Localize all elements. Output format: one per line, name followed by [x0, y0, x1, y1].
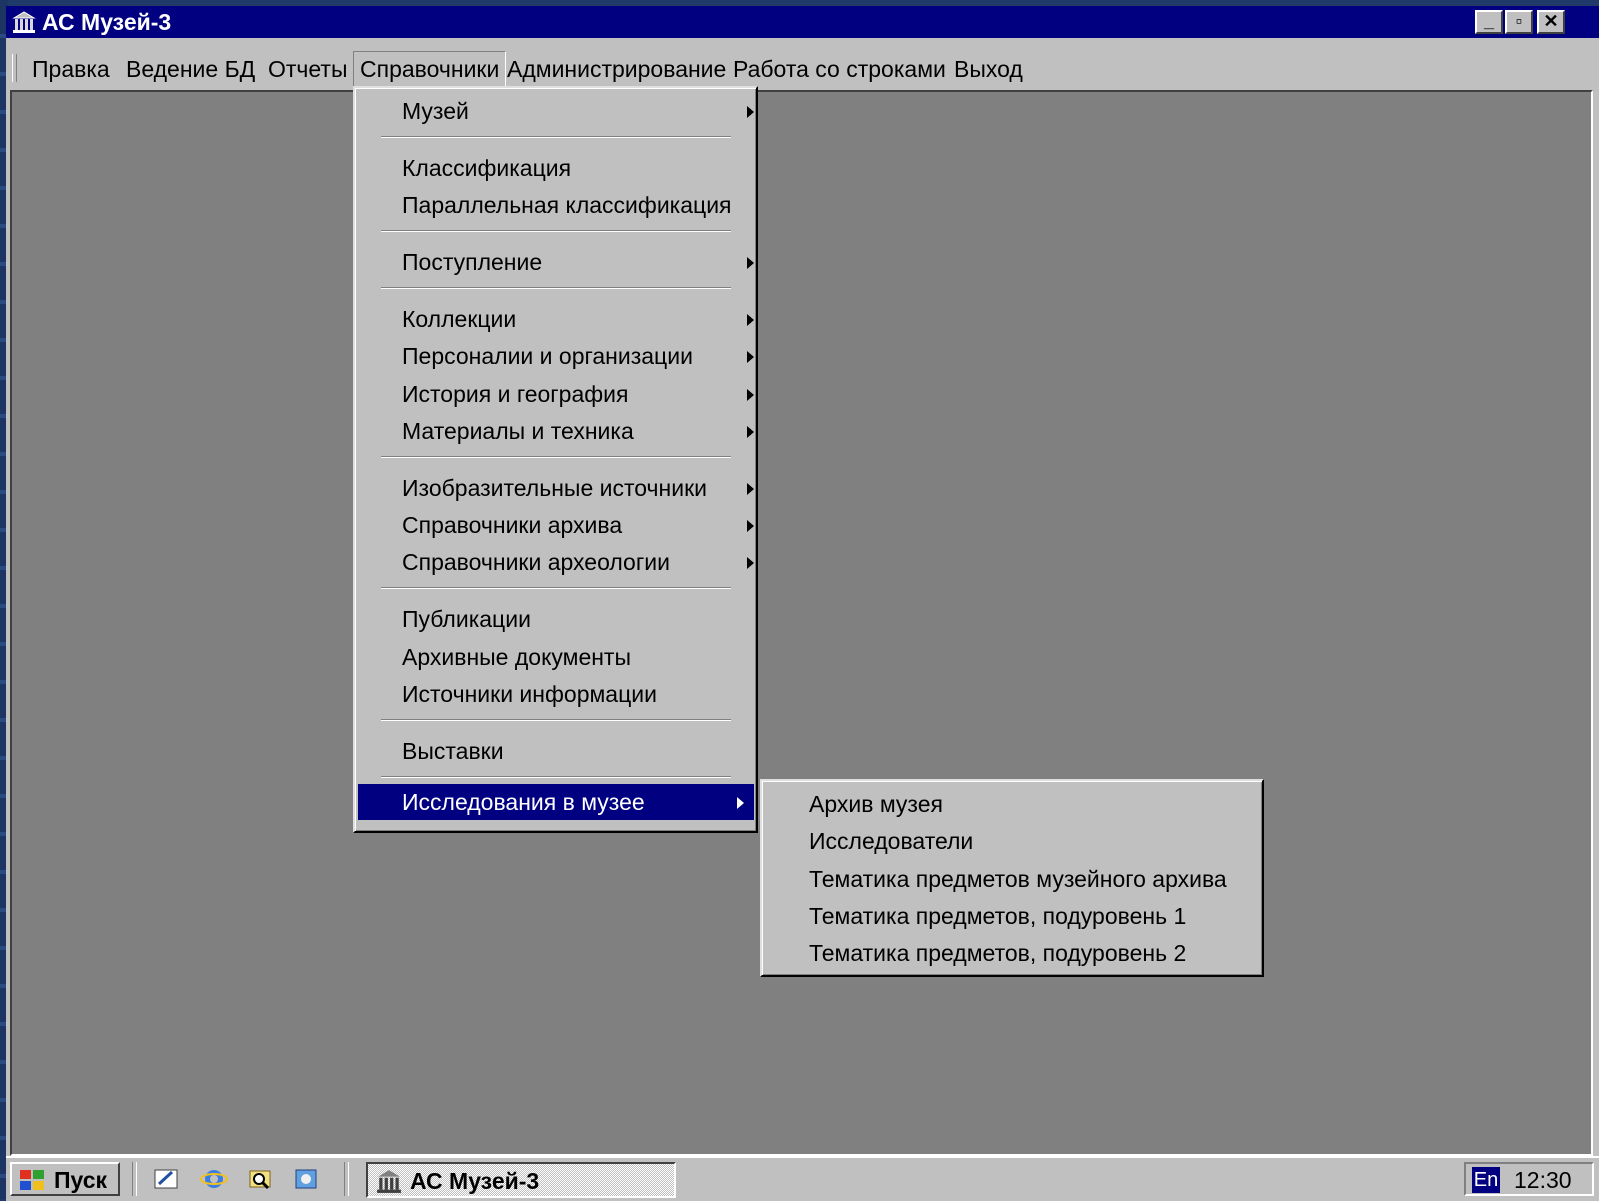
- language-indicator[interactable]: En: [1472, 1167, 1500, 1193]
- start-label: Пуск: [54, 1167, 108, 1193]
- menu-row-operations[interactable]: Работа со строками: [727, 52, 952, 86]
- submenu-arrow-icon: [747, 483, 754, 495]
- dropdown-item-acquisition[interactable]: Поступление: [358, 244, 764, 280]
- submenu-arrow-icon: [747, 351, 754, 363]
- app-window: АС Музей-3 _ ▫ ✕ Правка Ведение БД Отчет…: [6, 6, 1599, 1201]
- internet-explorer-icon[interactable]: [200, 1166, 228, 1192]
- menu-separator: [381, 776, 731, 778]
- dropdown-item-publications[interactable]: Публикации: [358, 601, 764, 637]
- dropdown-item-visual-sources[interactable]: Изобразительные источники: [358, 470, 764, 506]
- menu-separator: [381, 287, 731, 289]
- dropdown-item-persons-organizations[interactable]: Персоналии и организации: [358, 338, 764, 374]
- references-dropdown: Музей Классификация Параллельная классиф…: [353, 86, 758, 833]
- submenu-arrow-icon: [747, 389, 754, 401]
- windows-logo-icon: [20, 1170, 44, 1190]
- explorer-search-icon[interactable]: [246, 1166, 274, 1192]
- taskbar-separator: [132, 1162, 137, 1196]
- minimize-button[interactable]: _: [1475, 10, 1503, 34]
- start-button[interactable]: Пуск: [10, 1162, 120, 1196]
- submenu-arrow-icon: [747, 314, 754, 326]
- dropdown-item-information-sources[interactable]: Источники информации: [358, 676, 764, 712]
- submenu-item-archive-subjects[interactable]: Тематика предметов музейного архива: [765, 861, 1266, 897]
- show-desktop-icon[interactable]: [152, 1166, 180, 1192]
- submenu-item-subjects-level-2[interactable]: Тематика предметов, подуровень 2: [765, 935, 1266, 971]
- dropdown-item-parallel-classification[interactable]: Параллельная классификация: [358, 187, 764, 223]
- menu-separator: [381, 719, 731, 721]
- menubar-grip: [12, 54, 17, 82]
- menu-separator: [381, 456, 731, 458]
- dropdown-item-archaeology-references[interactable]: Справочники археологии: [358, 544, 764, 580]
- submenu-arrow-icon: [747, 426, 754, 438]
- menu-exit[interactable]: Выход: [948, 52, 1029, 86]
- submenu-item-researchers[interactable]: Исследователи: [765, 823, 1266, 859]
- dropdown-item-exhibitions[interactable]: Выставки: [358, 733, 764, 769]
- submenu-arrow-icon: [747, 257, 754, 269]
- dropdown-item-materials-technique[interactable]: Материалы и техника: [358, 413, 764, 449]
- submenu-arrow-icon: [747, 520, 754, 532]
- submenu-item-subjects-level-1[interactable]: Тематика предметов, подуровень 1: [765, 898, 1266, 934]
- menu-administration[interactable]: Администрирование: [501, 52, 732, 86]
- taskbar: Пуск АС Музей-3 En 12:30: [6, 1156, 1599, 1201]
- menu-references[interactable]: Справочники: [353, 51, 507, 87]
- taskbar-app-button[interactable]: АС Музей-3: [366, 1162, 676, 1198]
- dropdown-item-history-geography[interactable]: История и география: [358, 376, 764, 412]
- dropdown-item-museum-research[interactable]: Исследования в музее: [358, 784, 754, 820]
- menu-separator: [381, 587, 731, 589]
- window-title: АС Музей-3: [42, 9, 172, 35]
- menu-database[interactable]: Ведение БД: [120, 52, 261, 86]
- menu-separator: [381, 136, 731, 138]
- dropdown-item-museum[interactable]: Музей: [358, 93, 764, 129]
- menu-reports[interactable]: Отчеты: [262, 52, 354, 86]
- submenu-item-museum-archive[interactable]: Архив музея: [765, 786, 1266, 822]
- minimize-icon: _: [1483, 11, 1494, 31]
- dropdown-item-classification[interactable]: Классификация: [358, 150, 764, 186]
- maximize-button[interactable]: ▫: [1505, 10, 1533, 34]
- restore-icon: ▫: [1515, 11, 1523, 31]
- dropdown-item-collections[interactable]: Коллекции: [358, 301, 764, 337]
- menu-edit[interactable]: Правка: [26, 52, 116, 86]
- dropdown-item-archive-references[interactable]: Справочники архива: [358, 507, 764, 543]
- museum-building-icon: [377, 1170, 401, 1193]
- title-bar[interactable]: АС Музей-3 _ ▫ ✕: [6, 6, 1599, 38]
- submenu-arrow-icon: [747, 106, 754, 118]
- research-submenu: Архив музея Исследователи Тематика предм…: [760, 779, 1264, 977]
- close-button[interactable]: ✕: [1537, 10, 1565, 34]
- system-tray: En 12:30: [1464, 1162, 1594, 1196]
- submenu-arrow-icon: [747, 557, 754, 569]
- workspace-area: [10, 90, 1593, 1156]
- submenu-arrow-icon: [737, 797, 744, 809]
- taskbar-app-label: АС Музей-3: [410, 1168, 540, 1194]
- taskbar-separator: [344, 1162, 349, 1196]
- clock[interactable]: 12:30: [1514, 1165, 1572, 1195]
- menu-separator: [381, 230, 731, 232]
- dropdown-item-archive-documents[interactable]: Архивные документы: [358, 639, 764, 675]
- channels-icon[interactable]: [292, 1166, 320, 1192]
- close-icon: ✕: [1543, 11, 1559, 31]
- menu-bar: Правка Ведение БД Отчеты Справочники Адм…: [6, 48, 1599, 88]
- museum-building-icon: [12, 11, 36, 33]
